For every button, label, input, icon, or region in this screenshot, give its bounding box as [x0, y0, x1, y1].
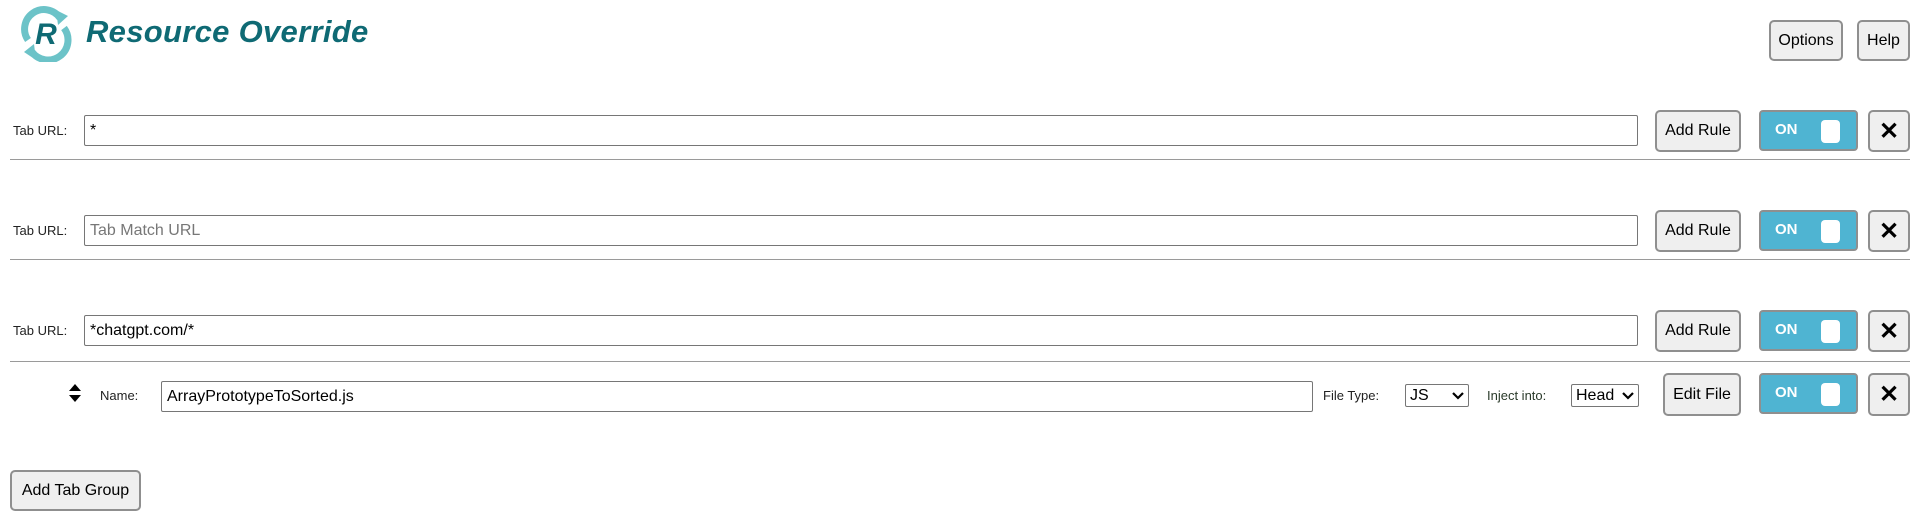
rule-toggle[interactable]: ON	[1759, 373, 1858, 414]
chevron-down-icon	[1622, 391, 1634, 400]
add-rule-button[interactable]: Add Rule	[1655, 210, 1741, 252]
toggle-knob	[1821, 220, 1840, 243]
toggle-knob	[1821, 320, 1840, 343]
add-rule-button[interactable]: Add Rule	[1655, 110, 1741, 152]
tab-url-label: Tab URL:	[13, 323, 68, 338]
x-icon: ✕	[1878, 317, 1900, 345]
file-type-select[interactable]: JS	[1405, 384, 1469, 407]
divider	[10, 361, 1910, 362]
divider	[10, 259, 1910, 260]
reorder-handle[interactable]	[68, 382, 82, 404]
toggle-label: ON	[1775, 321, 1798, 338]
app-title: Resource Override	[86, 14, 369, 49]
tab-url-input[interactable]	[84, 315, 1638, 346]
divider	[10, 159, 1910, 160]
group-toggle[interactable]: ON	[1759, 210, 1858, 251]
rule-name-input[interactable]	[161, 381, 1313, 412]
group-toggle[interactable]: ON	[1759, 310, 1858, 351]
toggle-knob	[1821, 383, 1840, 406]
delete-group-button[interactable]: ✕	[1868, 110, 1910, 152]
delete-group-button[interactable]: ✕	[1868, 310, 1910, 352]
inject-into-value: Head	[1576, 386, 1615, 404]
x-icon: ✕	[1878, 217, 1900, 245]
add-rule-button[interactable]: Add Rule	[1655, 310, 1741, 352]
toggle-knob	[1821, 120, 1840, 143]
delete-rule-button[interactable]: ✕	[1868, 373, 1910, 416]
inject-into-label: Inject into:	[1487, 388, 1547, 403]
tab-url-input[interactable]	[84, 115, 1638, 146]
tab-url-input[interactable]	[84, 215, 1638, 246]
name-label: Name:	[100, 388, 139, 403]
tab-url-label: Tab URL:	[13, 123, 68, 138]
add-tab-group-button[interactable]: Add Tab Group	[10, 470, 141, 511]
delete-group-button[interactable]: ✕	[1868, 210, 1910, 252]
group-toggle[interactable]: ON	[1759, 110, 1858, 151]
options-button[interactable]: Options	[1769, 20, 1843, 61]
toggle-label: ON	[1775, 121, 1798, 138]
x-icon: ✕	[1878, 381, 1900, 408]
sort-arrows-icon	[69, 384, 81, 402]
file-type-value: JS	[1410, 386, 1429, 404]
toggle-label: ON	[1775, 221, 1798, 238]
inject-into-select[interactable]: Head	[1571, 384, 1639, 407]
chevron-down-icon	[1452, 391, 1464, 400]
tab-url-label: Tab URL:	[13, 223, 68, 238]
svg-text:R: R	[35, 18, 57, 51]
logo: R	[18, 6, 74, 64]
file-type-label: File Type:	[1323, 388, 1380, 403]
help-button[interactable]: Help	[1857, 20, 1910, 61]
edit-file-button[interactable]: Edit File	[1663, 373, 1741, 416]
toggle-label: ON	[1775, 384, 1798, 401]
x-icon: ✕	[1878, 117, 1900, 145]
